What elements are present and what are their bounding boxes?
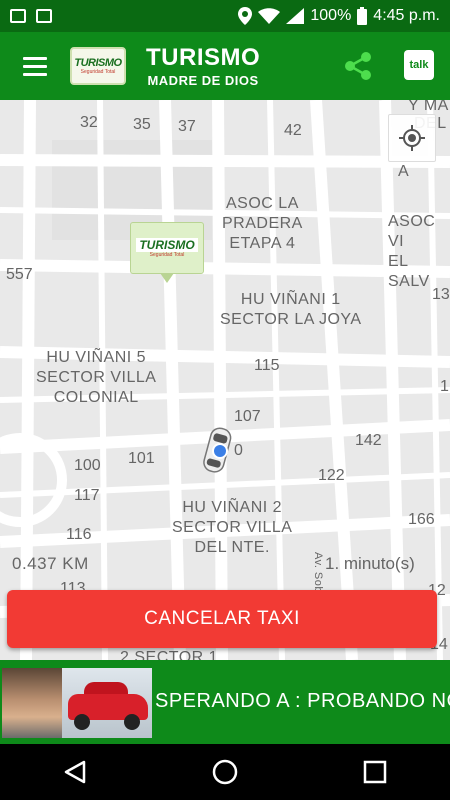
- app-title-main: TURISMO: [146, 43, 261, 71]
- share-icon[interactable]: [340, 48, 376, 84]
- destination-marker[interactable]: TURISMO Seguridad Total: [130, 222, 204, 274]
- map-block-number: 116: [66, 526, 92, 543]
- map-block-number: 101: [128, 450, 155, 467]
- marker-pointer: [160, 273, 174, 283]
- location-icon: [238, 7, 253, 25]
- talk-icon[interactable]: talk: [404, 50, 434, 80]
- driver-photo: [2, 668, 152, 738]
- map-block-number: 0: [234, 442, 243, 459]
- app-title: TURISMO MADRE DE DIOS: [146, 43, 261, 88]
- home-icon: [212, 759, 238, 785]
- battery-percent: 100%: [310, 7, 352, 24]
- crosshair-icon: [399, 125, 425, 151]
- taxi-car-icon: [203, 427, 232, 473]
- map-block-number: 1: [440, 378, 449, 395]
- app-bar: TURISMO Seguridad Total TURISMO MADRE DE…: [0, 32, 450, 100]
- home-button[interactable]: [195, 744, 255, 800]
- cancel-taxi-button[interactable]: CANCELAR TAXI: [7, 590, 437, 648]
- marker-tagline: Seguridad Total: [149, 252, 185, 258]
- back-button[interactable]: [45, 744, 105, 800]
- map-block-number: 117: [74, 487, 100, 504]
- map-view[interactable]: Y MA DEL L A ASOC LA PRADERA ETAPA 4 ASO…: [0, 100, 450, 660]
- logo-text: TURISMO: [74, 57, 122, 69]
- map-block-number: 100: [74, 457, 101, 474]
- map-block-number: 122: [318, 467, 345, 484]
- map-block-number: 142: [355, 432, 382, 449]
- message-notification-icon: [36, 9, 52, 23]
- map-block-number: 107: [234, 408, 261, 425]
- duration-label: 1. minuto(s): [325, 554, 415, 573]
- talk-label: talk: [409, 59, 429, 71]
- logo-tagline: Seguridad Total: [80, 69, 116, 75]
- map-label: HU VIÑANI 2 SECTOR VILLA DEL NTE.: [172, 499, 293, 556]
- distance-label: 0.437 KM: [12, 554, 89, 573]
- status-ticker: SPERANDO A : PROBANDO NO: [155, 690, 450, 712]
- map-label: ASOC LA PRADERA ETAPA 4: [222, 195, 303, 252]
- battery-icon: [357, 7, 368, 25]
- map-block-number: 37: [178, 118, 196, 135]
- back-icon: [64, 760, 86, 784]
- map-block-number: 557: [6, 266, 33, 283]
- map-label: HU VIÑANI 5 SECTOR VILLA COLONIAL: [36, 349, 157, 406]
- map-label: 2 SECTOR 1: [120, 649, 219, 660]
- my-location-button[interactable]: [388, 114, 436, 162]
- map-label: ASOC VI EL SALV: [388, 213, 436, 290]
- map-block-number: 42: [284, 122, 302, 139]
- map-block-number: 32: [80, 114, 98, 131]
- map-block-number: 115: [254, 357, 280, 374]
- map-label: HU VIÑANI 1 SECTOR LA JOYA: [220, 291, 362, 328]
- wifi-icon: [258, 8, 281, 24]
- map-block-number: 13: [432, 286, 450, 303]
- driver-banner: SPERANDO A : PROBANDO NO: [0, 660, 450, 744]
- recents-icon: [363, 760, 387, 784]
- driver-car-image: [62, 668, 152, 738]
- map-block-number: 166: [408, 511, 435, 528]
- map-block-number: 35: [133, 116, 151, 133]
- app-logo: TURISMO Seguridad Total: [70, 47, 126, 85]
- image-notification-icon: [10, 9, 26, 23]
- map-label: A: [398, 163, 410, 180]
- recents-button[interactable]: [345, 744, 405, 800]
- app-title-sub: MADRE DE DIOS: [147, 72, 259, 88]
- signal-icon: [286, 8, 305, 24]
- status-bar: 100% 4:45 p.m.: [0, 0, 450, 32]
- marker-text: TURISMO: [136, 238, 198, 252]
- clock-time: 4:45 p.m.: [373, 7, 440, 24]
- menu-icon[interactable]: [0, 32, 70, 100]
- driver-face-image: [2, 668, 62, 738]
- system-nav-bar: [0, 744, 450, 800]
